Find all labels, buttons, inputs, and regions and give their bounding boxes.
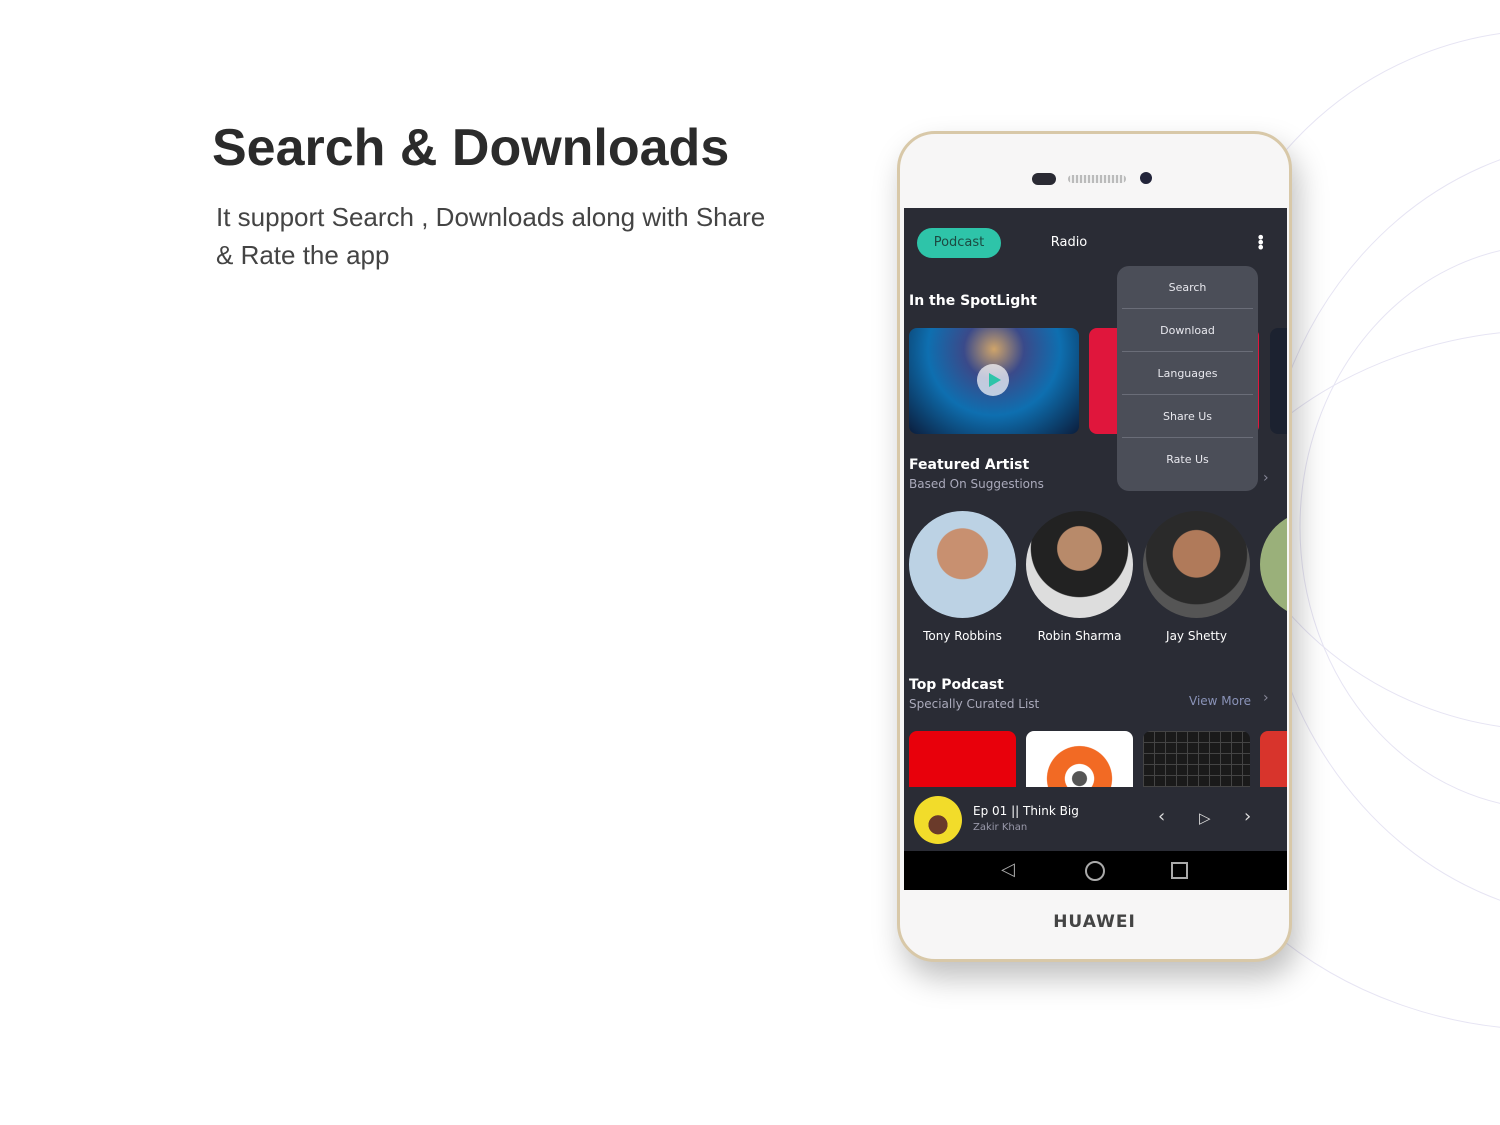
- artist-item[interactable]: Jay Shetty: [1143, 511, 1250, 643]
- spotlight-card[interactable]: [909, 328, 1079, 434]
- avatar: [1143, 511, 1250, 618]
- podcast-card[interactable]: [1143, 731, 1250, 787]
- home-icon[interactable]: [1085, 861, 1105, 881]
- episode-title: Ep 01 || Think Big: [973, 804, 1079, 818]
- top-podcast-title: Top Podcast: [909, 677, 1004, 693]
- overflow-menu: Search Download Languages Share Us Rate …: [1117, 266, 1258, 491]
- menu-item-search[interactable]: Search: [1122, 266, 1253, 309]
- podcast-card[interactable]: [1260, 731, 1287, 787]
- next-icon[interactable]: ›: [1244, 806, 1251, 827]
- menu-item-share[interactable]: Share Us: [1122, 395, 1253, 438]
- chevron-right-icon[interactable]: ›: [1263, 470, 1269, 486]
- artist-item[interactable]: Tony Robbins: [909, 511, 1016, 643]
- mini-player[interactable]: Ep 01 || Think Big Zakir Khan ‹ ▷ ›: [904, 787, 1287, 851]
- featured-subtitle: Based On Suggestions: [909, 477, 1044, 491]
- brand-logo: HUAWEI: [1053, 912, 1136, 932]
- decor-arc: [1299, 250, 1500, 804]
- menu-item-languages[interactable]: Languages: [1122, 352, 1253, 395]
- android-nav-bar: ◁: [904, 851, 1287, 890]
- episode-artwork: [914, 796, 962, 844]
- avatar: [1260, 511, 1287, 618]
- podcast-card[interactable]: [1026, 731, 1133, 787]
- chevron-right-icon[interactable]: ›: [1263, 690, 1269, 706]
- avatar: [1026, 511, 1133, 618]
- artist-name: Jay Shetty: [1166, 629, 1227, 643]
- artist-name: Robin Sharma: [1037, 629, 1122, 643]
- back-icon[interactable]: ◁: [1001, 859, 1015, 880]
- app-screen: Podcast Radio • • • In the SpotLight Featu…: [904, 208, 1287, 890]
- more-menu-icon[interactable]: • • •: [1256, 230, 1265, 256]
- play-icon[interactable]: ▷: [1199, 809, 1211, 827]
- view-more-link[interactable]: View More: [1189, 694, 1251, 708]
- decor-arc: [1259, 159, 1500, 901]
- artist-name: Tony Robbins: [923, 629, 1002, 643]
- recents-icon[interactable]: [1171, 862, 1188, 879]
- tab-podcast[interactable]: Podcast: [917, 228, 1001, 258]
- artist-item[interactable]: [1260, 511, 1287, 618]
- menu-item-rate[interactable]: Rate Us: [1122, 438, 1253, 481]
- tab-radio[interactable]: Radio: [1039, 228, 1099, 258]
- episode-artist: Zakir Khan: [973, 822, 1028, 833]
- spotlight-title: In the SpotLight: [909, 293, 1037, 309]
- camera-icon: [1140, 172, 1152, 184]
- page-title: Search & Downloads: [212, 119, 730, 177]
- avatar: [909, 511, 1016, 618]
- top-podcast-subtitle: Specially Curated List: [909, 697, 1040, 711]
- page-subtitle: It support Search , Downloads along with…: [216, 202, 766, 270]
- sensor-icon: [1032, 173, 1056, 185]
- spotlight-card[interactable]: [1270, 328, 1287, 434]
- featured-title: Featured Artist: [909, 457, 1030, 473]
- speaker-grille: [1068, 175, 1126, 183]
- previous-icon[interactable]: ‹: [1158, 806, 1165, 827]
- menu-item-download[interactable]: Download: [1122, 309, 1253, 352]
- play-icon[interactable]: [977, 364, 1009, 396]
- podcast-card[interactable]: [909, 731, 1016, 787]
- artist-item[interactable]: Robin Sharma: [1026, 511, 1133, 643]
